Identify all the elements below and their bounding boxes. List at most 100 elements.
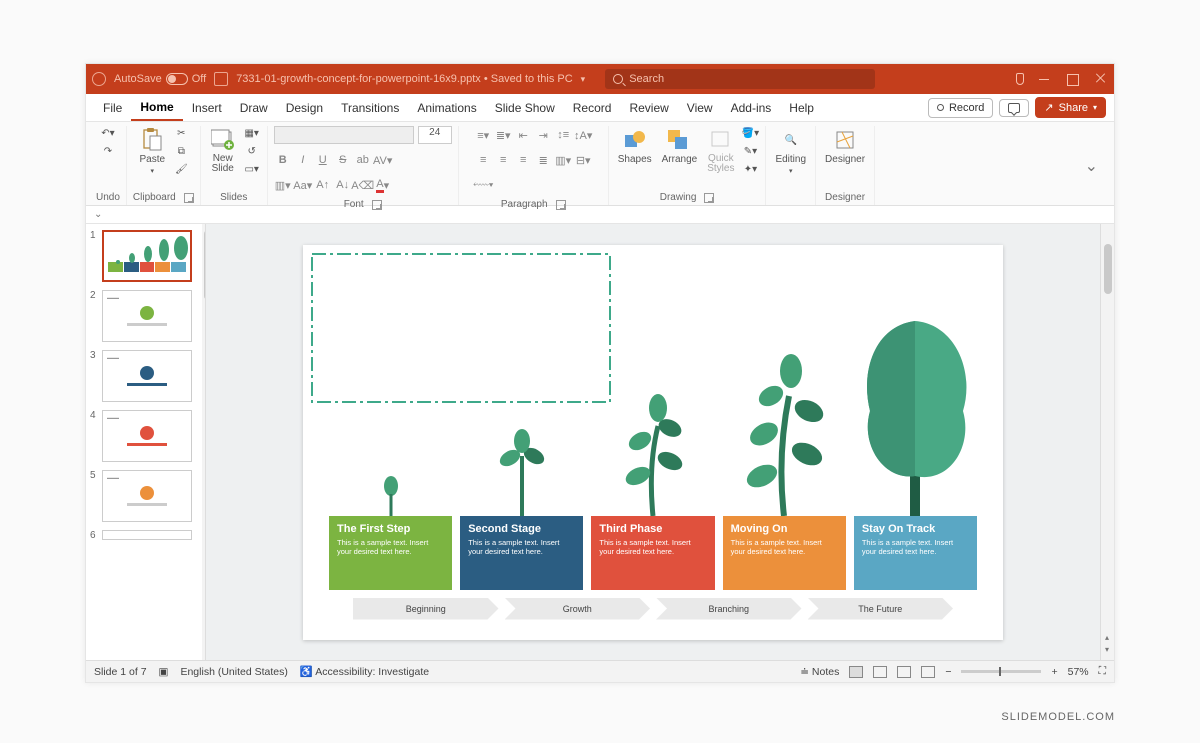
- thumbnail-2[interactable]: 2▬▬▬: [90, 290, 201, 342]
- editing-button[interactable]: 🔍Editing▾: [772, 126, 809, 177]
- undo-button[interactable]: ↶▾: [99, 126, 117, 141]
- card-moving-on[interactable]: Moving On This is a sample text. Insert …: [723, 516, 846, 590]
- tab-review[interactable]: Review: [620, 94, 677, 121]
- language-status[interactable]: English (United States): [180, 666, 287, 678]
- search-input[interactable]: Search: [605, 69, 875, 89]
- font-launcher[interactable]: [372, 200, 382, 210]
- arrow-growth[interactable]: Growth: [505, 598, 651, 620]
- zoom-in-button[interactable]: +: [1051, 666, 1057, 678]
- line-spacing-button[interactable]: ↕≡: [554, 126, 572, 144]
- indent-inc-button[interactable]: ⇥: [534, 126, 552, 144]
- mic-icon[interactable]: [1016, 73, 1024, 85]
- arrow-future[interactable]: The Future: [808, 598, 954, 620]
- tab-help[interactable]: Help: [780, 94, 823, 121]
- grow-font-button[interactable]: A↑: [314, 176, 332, 194]
- designer-button[interactable]: Designer: [822, 126, 868, 167]
- smartart-button[interactable]: ⬳▾: [474, 176, 492, 194]
- zoom-slider[interactable]: [961, 670, 1041, 673]
- tab-animations[interactable]: Animations: [408, 94, 485, 121]
- align-left-button[interactable]: ≡: [474, 151, 492, 169]
- zoom-out-button[interactable]: −: [945, 666, 951, 678]
- tab-record[interactable]: Record: [564, 94, 621, 121]
- shape-effects-button[interactable]: ✦▾: [741, 162, 759, 177]
- maximize-button[interactable]: [1066, 72, 1080, 86]
- card-stay-on-track[interactable]: Stay On Track This is a sample text. Ins…: [854, 516, 977, 590]
- record-button[interactable]: Record: [928, 98, 993, 118]
- zoom-level[interactable]: 57%: [1068, 666, 1089, 678]
- clear-format-button[interactable]: A⌫: [354, 176, 372, 194]
- cut-button[interactable]: ✂: [172, 126, 190, 141]
- autosave-toggle[interactable]: AutoSave Off: [114, 73, 206, 85]
- fit-to-window-button[interactable]: ⛶: [1099, 665, 1106, 678]
- highlight-button[interactable]: ▥▾: [274, 176, 292, 194]
- slideshow-view-button[interactable]: [921, 666, 935, 678]
- font-family-select[interactable]: [274, 126, 414, 144]
- tab-transitions[interactable]: Transitions: [332, 94, 408, 121]
- numbering-button[interactable]: ≣▾: [494, 126, 512, 144]
- sorter-view-button[interactable]: [873, 666, 887, 678]
- font-color-button[interactable]: A▾: [374, 176, 392, 194]
- tab-insert[interactable]: Insert: [183, 94, 231, 121]
- prev-slide-button[interactable]: ▴: [1102, 632, 1112, 642]
- accessibility-status[interactable]: ♿ Accessibility: Investigate: [300, 665, 429, 678]
- tab-addins[interactable]: Add-ins: [722, 94, 781, 121]
- new-slide-button[interactable]: New Slide: [207, 126, 239, 176]
- strikethrough-button[interactable]: S: [334, 151, 352, 169]
- card-first-step[interactable]: The First Step This is a sample text. In…: [329, 516, 452, 590]
- shape-outline-button[interactable]: ✎▾: [741, 144, 759, 159]
- italic-button[interactable]: I: [294, 151, 312, 169]
- close-button[interactable]: [1094, 72, 1108, 86]
- section-button[interactable]: ▭▾: [243, 162, 261, 177]
- card-second-stage[interactable]: Second Stage This is a sample text. Inse…: [460, 516, 583, 590]
- char-spacing-button[interactable]: AV▾: [374, 151, 392, 169]
- shapes-button[interactable]: Shapes: [615, 126, 655, 167]
- redo-button[interactable]: ↷: [99, 144, 117, 159]
- reading-view-button[interactable]: [897, 666, 911, 678]
- bullets-button[interactable]: ≡▾: [474, 126, 492, 144]
- comments-button[interactable]: [999, 99, 1029, 117]
- arrow-branching[interactable]: Branching: [656, 598, 802, 620]
- clipboard-launcher[interactable]: [184, 193, 194, 203]
- shape-fill-button[interactable]: 🪣▾: [741, 126, 759, 141]
- arrow-beginning[interactable]: Beginning: [353, 598, 499, 620]
- paragraph-launcher[interactable]: [556, 200, 566, 210]
- bold-button[interactable]: B: [274, 151, 292, 169]
- layout-button[interactable]: ▦▾: [243, 126, 261, 141]
- tab-view[interactable]: View: [678, 94, 722, 121]
- change-case-button[interactable]: Aa▾: [294, 176, 312, 194]
- align-text-button[interactable]: ⊟▾: [574, 151, 592, 169]
- slide-counter[interactable]: Slide 1 of 7: [94, 666, 147, 678]
- tab-home[interactable]: Home: [131, 94, 182, 121]
- thumbnail-4[interactable]: 4▬▬▬: [90, 410, 201, 462]
- drawing-launcher[interactable]: [704, 193, 714, 203]
- indent-dec-button[interactable]: ⇤: [514, 126, 532, 144]
- copy-button[interactable]: ⧉: [172, 144, 190, 159]
- thumbnail-3[interactable]: 3▬▬▬: [90, 350, 201, 402]
- minimize-button[interactable]: [1038, 72, 1052, 86]
- justify-button[interactable]: ≣: [534, 151, 552, 169]
- thumbnail-1[interactable]: 1: [90, 230, 201, 282]
- underline-button[interactable]: U: [314, 151, 332, 169]
- card-third-phase[interactable]: Third Phase This is a sample text. Inser…: [591, 516, 714, 590]
- align-right-button[interactable]: ≡: [514, 151, 532, 169]
- columns-button[interactable]: ▥▾: [554, 151, 572, 169]
- share-button[interactable]: ↗Share▾: [1035, 97, 1106, 118]
- tab-design[interactable]: Design: [277, 94, 332, 121]
- thumbnail-6[interactable]: 6: [90, 530, 201, 541]
- canvas-scrollbar[interactable]: ▴ ▾: [1100, 224, 1114, 660]
- tab-slideshow[interactable]: Slide Show: [486, 94, 564, 121]
- chevron-down-icon[interactable]: ▾: [581, 74, 586, 85]
- align-center-button[interactable]: ≡: [494, 151, 512, 169]
- toggle-switch-icon[interactable]: [166, 73, 188, 85]
- next-slide-button[interactable]: ▾: [1102, 644, 1112, 654]
- notes-button[interactable]: ≐ Notes: [800, 666, 839, 678]
- tab-draw[interactable]: Draw: [231, 94, 277, 121]
- shrink-font-button[interactable]: A↓: [334, 176, 352, 194]
- document-title[interactable]: 7331-01-growth-concept-for-powerpoint-16…: [236, 73, 572, 85]
- paste-button[interactable]: Paste▾: [136, 126, 168, 177]
- format-painter-button[interactable]: 🖌: [172, 162, 190, 177]
- quick-styles-button[interactable]: Quick Styles: [704, 126, 737, 176]
- tab-file[interactable]: File: [94, 94, 131, 121]
- arrange-button[interactable]: Arrange: [659, 126, 701, 167]
- slide[interactable]: The First Step This is a sample text. In…: [303, 245, 1003, 640]
